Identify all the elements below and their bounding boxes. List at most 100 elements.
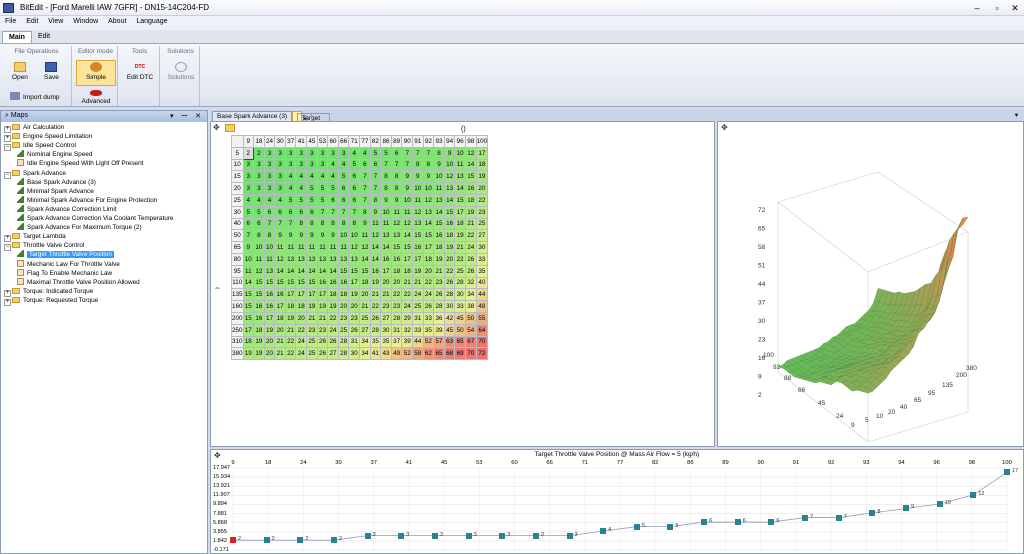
grid-cell[interactable]: 69 [454, 347, 466, 361]
grid-cell[interactable]: 17 [422, 241, 435, 254]
grid-cell[interactable]: 17 [454, 205, 466, 219]
row-header[interactable]: 30 [231, 205, 244, 219]
grid-cell[interactable]: 26 [422, 300, 435, 313]
row-header[interactable]: 20 [231, 182, 244, 195]
column-header[interactable]: 93 [433, 135, 445, 148]
grid-cell[interactable]: 18 [433, 241, 445, 254]
grid-cell[interactable]: 22 [475, 193, 489, 207]
tab-edit[interactable]: Edit [32, 31, 56, 43]
column-header[interactable]: 89 [390, 135, 403, 148]
grid-cell[interactable]: 3 [306, 158, 318, 172]
grid-cell[interactable]: 17 [274, 300, 286, 313]
grid-cell[interactable]: 21 [465, 217, 477, 231]
grid-cell[interactable]: 63 [443, 335, 456, 349]
grid-cell[interactable]: 14 [422, 217, 435, 231]
grid-cell[interactable]: 7 [369, 170, 382, 184]
tree-map-item[interactable]: Flag To Enable Mechanic Law [17, 268, 112, 278]
grid-cell[interactable]: 50 [454, 323, 466, 337]
grid-cell[interactable]: 20 [263, 335, 276, 349]
grid-cell[interactable]: 12 [465, 146, 477, 160]
grid-cell[interactable]: 4 [348, 146, 361, 160]
row-header[interactable]: 15 [231, 170, 244, 184]
grid-cell[interactable]: 11 [316, 241, 329, 254]
grid-cell[interactable]: 9 [274, 229, 286, 243]
grid-cell[interactable]: 8 [295, 217, 308, 231]
grid-cell[interactable]: 27 [327, 347, 339, 361]
tree-map-item[interactable]: Spark Advance For Maximum Torque (2) [17, 223, 142, 232]
grid-cell[interactable]: 15 [242, 311, 255, 325]
grid-cell[interactable]: 17 [242, 323, 255, 337]
row-header[interactable]: 380 [231, 347, 244, 361]
grid-cell[interactable]: 12 [369, 229, 382, 243]
grid-cell[interactable]: 9 [422, 170, 435, 184]
grid-cell[interactable]: 31 [412, 311, 424, 325]
grid-cell[interactable]: 8 [422, 158, 435, 172]
grid-cell[interactable]: 19 [475, 170, 489, 184]
grid-cell[interactable]: 16 [263, 288, 276, 302]
row-header[interactable]: 95 [231, 264, 244, 278]
grid-cell[interactable]: 14 [316, 264, 329, 278]
data-point[interactable] [364, 532, 371, 539]
grid-cell[interactable]: 20 [475, 182, 489, 195]
grid-cell[interactable]: 3 [274, 146, 286, 160]
column-header[interactable]: 77 [359, 135, 371, 148]
data-point[interactable] [566, 532, 573, 539]
grid-cell[interactable]: 25 [412, 300, 424, 313]
grid-cell[interactable]: 27 [359, 323, 371, 337]
row-header[interactable]: 200 [231, 311, 244, 325]
grid-cell[interactable]: 62 [422, 347, 435, 361]
grid-cell[interactable]: 26 [465, 252, 477, 266]
data-point[interactable] [230, 537, 236, 544]
grid-cell[interactable]: 19 [348, 288, 361, 302]
grid-cell[interactable]: 52 [401, 347, 413, 361]
menu-view[interactable]: View [43, 16, 66, 25]
grid-cell[interactable]: 17 [263, 311, 276, 325]
column-header[interactable]: 91 [412, 135, 424, 148]
grid-cell[interactable]: 15 [337, 264, 350, 278]
minimize-button[interactable]: – [970, 2, 984, 14]
grid-cell[interactable]: 9 [401, 170, 413, 184]
grid-cell[interactable]: 22 [443, 264, 456, 278]
data-point[interactable] [734, 519, 741, 526]
grid-cell[interactable]: 21 [433, 264, 445, 278]
data-point[interactable] [431, 532, 438, 539]
tree-map-item[interactable]: Minimal Spark Advance [17, 186, 94, 196]
grid-cell[interactable]: 18 [454, 217, 466, 231]
grid-cell[interactable]: 23 [316, 323, 329, 337]
column-header[interactable]: 37 [284, 135, 297, 148]
data-point[interactable] [903, 505, 910, 512]
menu-language[interactable]: Language [131, 16, 170, 25]
grid-cell[interactable]: 4 [284, 182, 297, 195]
grid-cell[interactable]: 30 [443, 300, 456, 313]
grid-cell[interactable]: 36 [433, 311, 445, 325]
grid-cell[interactable]: 44 [412, 335, 424, 349]
grid-cell[interactable]: 11 [412, 193, 424, 207]
grid-cell[interactable]: 7 [327, 205, 339, 219]
expand-toggle-icon[interactable]: − [4, 171, 11, 179]
grid-cell[interactable]: 19 [316, 300, 329, 313]
grid-cell[interactable]: 18 [465, 193, 477, 207]
tree-map-item[interactable]: Spark Advance Correction Limit [17, 204, 117, 214]
grid-cell[interactable]: 24 [295, 347, 308, 361]
menu-about[interactable]: About [103, 16, 129, 25]
grid-cell[interactable]: 7 [390, 158, 403, 172]
import-dump-button[interactable]: Import dump [10, 92, 60, 101]
grid-cell[interactable]: 12 [412, 205, 424, 219]
grid-cell[interactable]: 14 [369, 241, 382, 254]
grid-cell[interactable]: 17 [401, 252, 413, 266]
grid-cell[interactable]: 12 [253, 264, 265, 278]
grid-cell[interactable]: 13 [306, 252, 318, 266]
grid-cell[interactable]: 45 [443, 323, 456, 337]
grid-cell[interactable]: 25 [306, 335, 318, 349]
move-handle-icon[interactable]: ✥ [213, 123, 220, 132]
grid-cell[interactable]: 8 [390, 170, 403, 184]
grid-cell[interactable]: 7 [369, 182, 382, 195]
grid-cell[interactable]: 16 [253, 311, 265, 325]
grid-cell[interactable]: 10 [263, 241, 276, 254]
grid-cell[interactable]: 21 [316, 311, 329, 325]
grid-cell[interactable]: 16 [327, 276, 339, 290]
grid-cell[interactable]: 11 [337, 241, 350, 254]
solutions-button[interactable]: Solutions [165, 62, 197, 81]
grid-cell[interactable]: 10 [454, 146, 466, 160]
grid-cell[interactable]: 4 [284, 170, 297, 184]
